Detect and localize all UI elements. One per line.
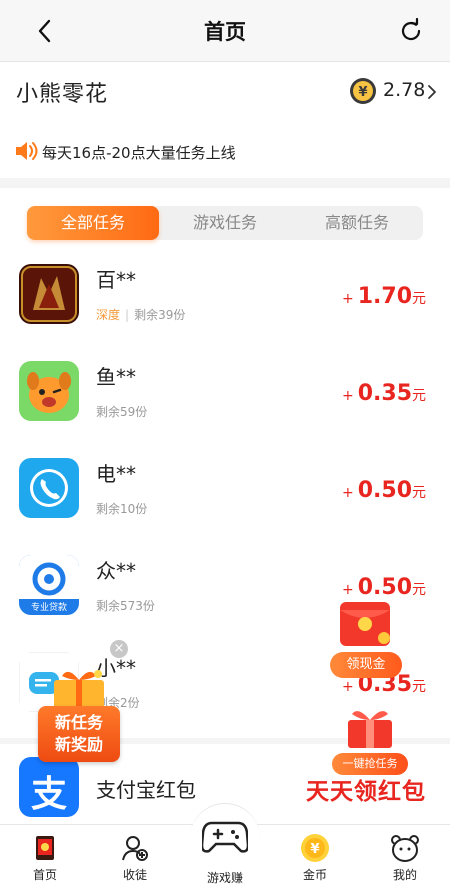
tab-coins[interactable]: ¥ 金币: [285, 833, 345, 883]
tab-profile[interactable]: 我的: [375, 833, 435, 883]
task-row[interactable]: 鱼** 剩余59份 +0.35元: [0, 361, 450, 457]
bear-profile-icon: [391, 835, 419, 862]
bottom-tab-bar: 首页 收徒 游戏赚 ¥ 金币 我的: [0, 803, 450, 895]
task-meta: 深度 | 剩余39份: [96, 306, 185, 323]
coin-icon: ¥: [301, 834, 329, 862]
loan-app-caption: 专业贷款: [30, 603, 67, 613]
reward-unit: 元: [412, 388, 426, 404]
task-name: 众**: [96, 559, 136, 583]
reward-amount: 0.35: [357, 381, 412, 406]
dog-mascot-icon: [19, 361, 79, 421]
get-cash-floating-button[interactable]: 领现金: [328, 600, 404, 680]
refresh-icon[interactable]: [398, 18, 424, 44]
tab-label: 金币: [302, 868, 327, 882]
reward-plus: +: [341, 582, 354, 598]
task-reward: +0.35元: [342, 381, 426, 406]
task-row[interactable]: 电** 剩余10份 +0.50元: [0, 458, 450, 554]
task-meta: 剩余59份: [96, 403, 147, 420]
task-meta: 剩余573份: [96, 597, 155, 614]
user-name: 小熊零花: [16, 82, 109, 107]
task-remaining: 剩余10份: [96, 502, 148, 516]
task-name: 电**: [96, 462, 136, 486]
reward-amount: 1.70: [357, 284, 412, 309]
new-task-floating-badge[interactable]: × 新任务 新奖励: [38, 640, 128, 762]
reward-plus: +: [341, 485, 354, 501]
task-reward: +0.50元: [342, 478, 426, 503]
red-envelope-icon: [340, 602, 390, 646]
coin-balance[interactable]: 2.78: [383, 79, 425, 101]
tab-label: 首页: [32, 868, 57, 882]
task-meta: 剩余10份: [96, 500, 147, 517]
reward-plus: +: [341, 679, 354, 695]
task-tag: 深度: [96, 308, 121, 322]
svg-text:¥: ¥: [310, 842, 319, 857]
reward-unit: 元: [412, 291, 426, 307]
grab-task-floating-button[interactable]: 一键抢任务: [332, 700, 408, 778]
reward-unit: 元: [412, 679, 426, 695]
new-task-line2: 新奖励: [54, 735, 103, 754]
tab-high-reward-tasks[interactable]: 高额任务: [291, 206, 423, 240]
task-name: 百**: [96, 268, 136, 292]
page-title: 首页: [204, 20, 246, 44]
grab-task-label: 一键抢任务: [332, 753, 408, 775]
gift-box-icon: [348, 711, 392, 748]
new-task-badge-text: 新任务 新奖励: [38, 706, 120, 762]
reward-plus: +: [341, 291, 354, 307]
loan-app-icon: 专业贷款: [19, 555, 79, 615]
reward-unit: 元: [412, 485, 426, 501]
phone-icon: [19, 458, 79, 518]
reward-plus: +: [341, 388, 354, 404]
top-nav-bar: 首页: [0, 0, 450, 62]
task-remaining: 剩余59份: [96, 405, 148, 419]
tab-label: 游戏赚: [206, 871, 243, 885]
home-icon: [36, 836, 54, 860]
task-reward: +1.70元: [342, 284, 426, 309]
tab-apprentice[interactable]: 收徒: [105, 833, 165, 883]
tab-label: 收徒: [122, 868, 147, 882]
alipay-icon-char: 支: [30, 774, 67, 815]
chevron-right-icon[interactable]: [426, 84, 438, 100]
close-icon[interactable]: ×: [110, 640, 128, 658]
task-remaining: 剩余39份: [134, 308, 186, 322]
dragon-game-icon: [19, 264, 79, 324]
task-remaining: 剩余573份: [96, 599, 155, 613]
task-tabs: 全部任务 游戏任务 高额任务: [27, 206, 423, 240]
tab-game-earn[interactable]: [195, 815, 255, 855]
reward-amount: 0.50: [357, 478, 412, 503]
reward-amount: 0.50: [357, 575, 412, 600]
alipay-label: 支付宝红包: [96, 778, 196, 802]
announcement-text: 每天16点-20点大量任务上线: [42, 144, 236, 162]
svg-text:¥: ¥: [358, 85, 367, 100]
coin-icon[interactable]: ¥: [349, 77, 377, 105]
apprentice-icon: [122, 836, 148, 861]
speaker-icon: [16, 142, 38, 160]
task-reward: +0.50元: [342, 575, 426, 600]
reward-unit: 元: [412, 582, 426, 598]
meta-divider: |: [125, 308, 130, 322]
get-cash-label: 领现金: [330, 652, 402, 678]
tab-game-tasks[interactable]: 游戏任务: [159, 206, 291, 240]
announcement-bar: 每天16点-20点大量任务上线: [0, 122, 450, 178]
task-name: 鱼**: [96, 365, 136, 389]
tab-all-tasks[interactable]: 全部任务: [27, 206, 159, 240]
alipay-icon: 支: [19, 757, 79, 817]
gamepad-icon: [202, 821, 248, 853]
tab-label: 我的: [392, 868, 417, 882]
new-task-line1: 新任务: [54, 713, 103, 732]
user-bar: 小熊零花 ¥ 2.78: [0, 62, 450, 122]
task-row[interactable]: 百** 深度 | 剩余39份 +1.70元: [0, 264, 450, 360]
tab-home[interactable]: 首页: [15, 833, 75, 883]
